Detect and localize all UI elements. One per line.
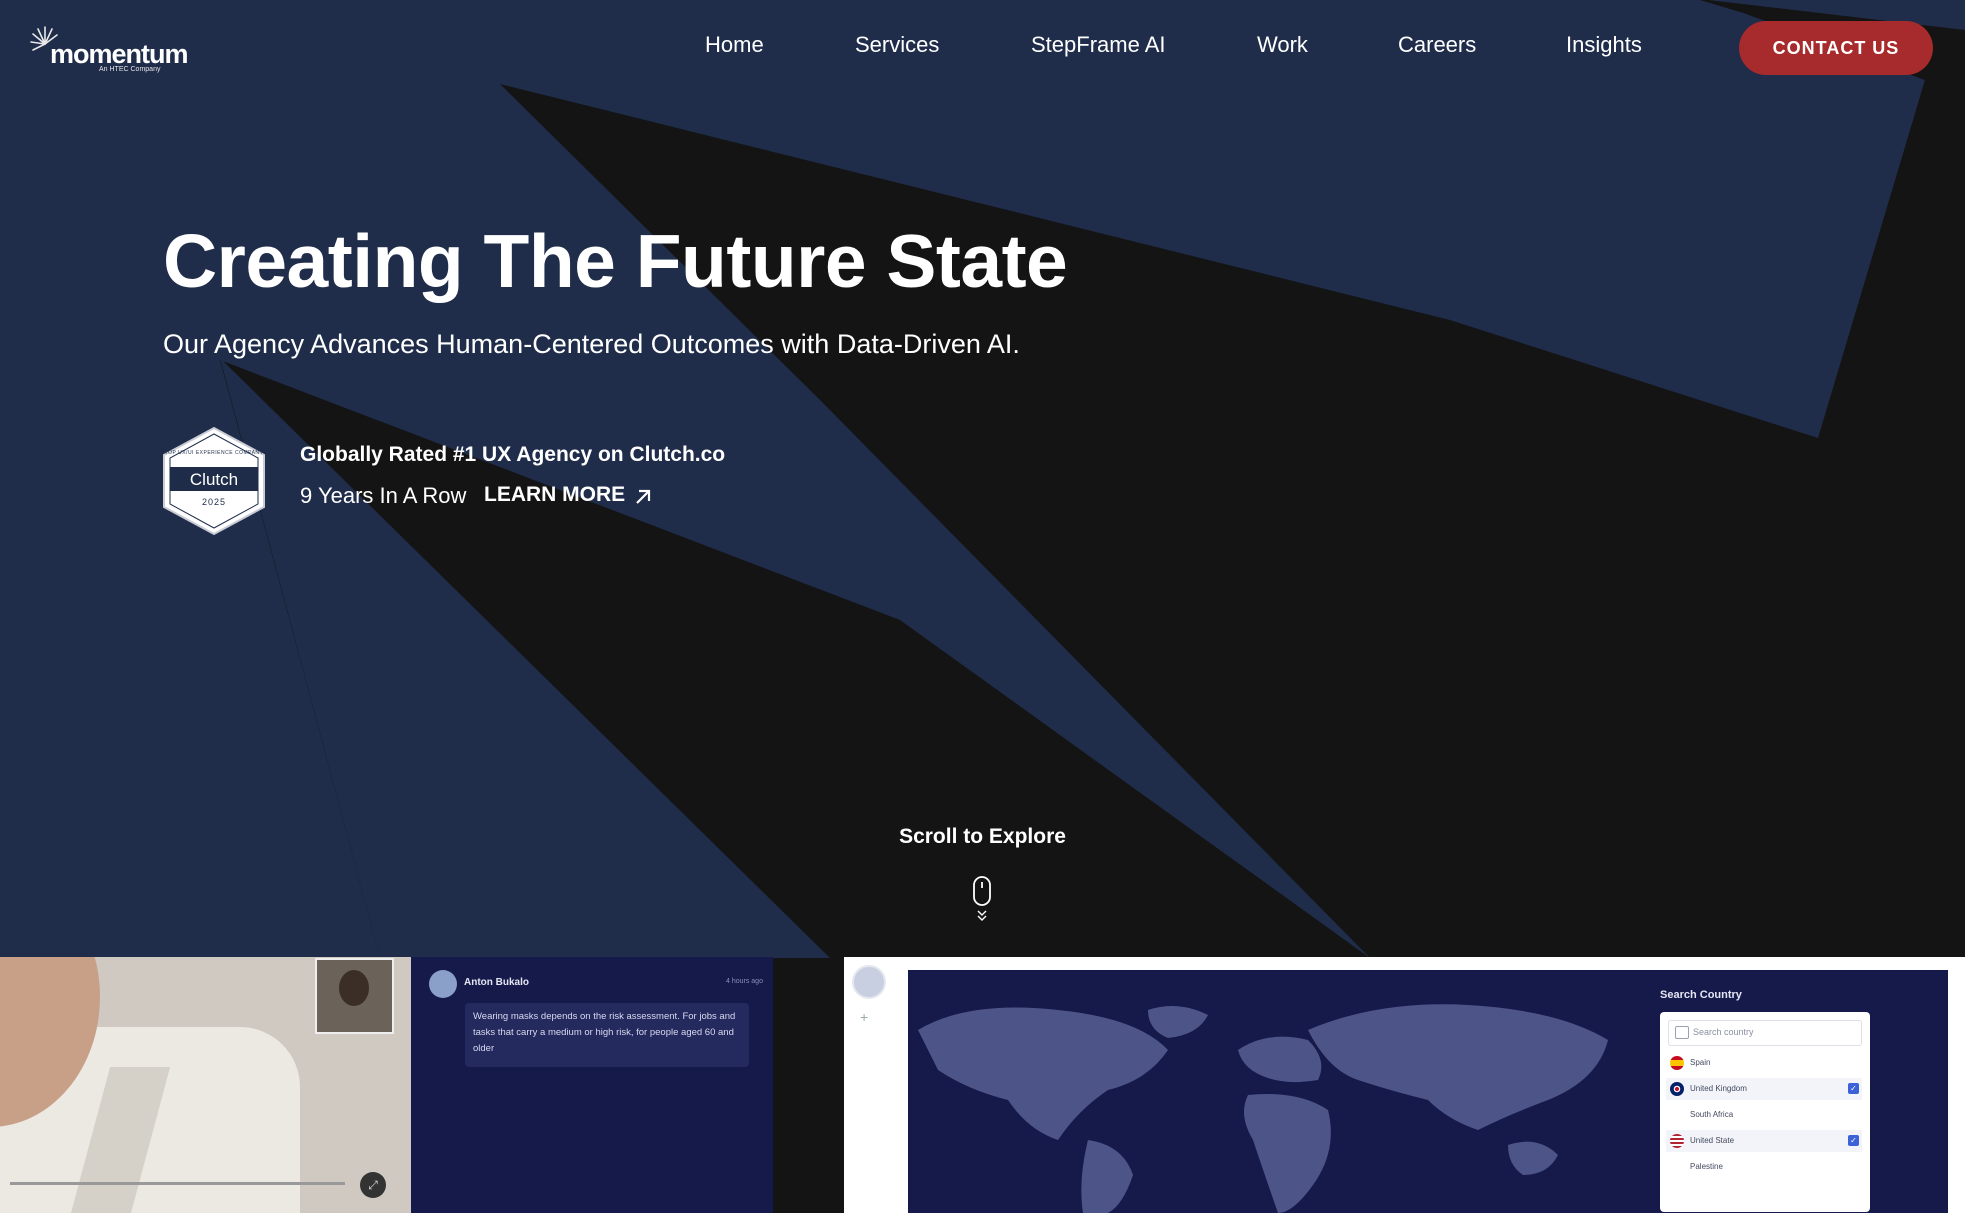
nav-services[interactable]: Services bbox=[855, 32, 939, 58]
hero-title: Creating The Future State bbox=[163, 219, 1068, 303]
hero-subtitle: Our Agency Advances Human-Centered Outco… bbox=[163, 329, 1020, 359]
badge-top-text: TOP UX/UI EXPERIENCE COMPANY bbox=[164, 450, 264, 456]
arrow-up-right-icon[interactable] bbox=[634, 488, 652, 506]
pip-person bbox=[339, 970, 369, 1006]
rating-detail: 9 Years In A Row bbox=[300, 483, 467, 508]
chat-sender: Anton Bukalo bbox=[464, 977, 529, 988]
rating-title: Globally Rated #1 UX Agency on Clutch.co bbox=[300, 443, 726, 466]
chat-time: 4 hours ago bbox=[726, 978, 763, 985]
contact-us-button[interactable]: CONTACT US bbox=[1739, 21, 1933, 75]
chat-message-bubble: Wearing masks depends on the risk assess… bbox=[465, 1003, 749, 1067]
chat-avatar bbox=[429, 970, 457, 998]
badge-name: Clutch bbox=[189, 470, 239, 489]
nav-careers[interactable]: Careers bbox=[1398, 32, 1476, 58]
site-header: momentum An HTEC Company Home Services S… bbox=[0, 0, 1965, 96]
logo-tagline: An HTEC Company bbox=[99, 66, 161, 73]
nav-home[interactable]: Home bbox=[705, 32, 764, 58]
chat-message-text: Wearing masks depends on the risk assess… bbox=[473, 1011, 736, 1054]
nav-insights[interactable]: Insights bbox=[1566, 32, 1642, 58]
chevron-down-icon bbox=[977, 910, 987, 916]
video-call-frame: ⤢ bbox=[0, 957, 411, 1213]
clutch-badge: TOP UX/UI EXPERIENCE COMPANY Clutch 2025 bbox=[161, 426, 267, 536]
picture-in-picture bbox=[315, 958, 394, 1034]
badge-year: 2025 bbox=[201, 497, 227, 507]
chat-panel: Anton Bukalo 4 hours ago Wearing masks d… bbox=[411, 957, 773, 1213]
main-nav: Home Services StepFrame AI Work Careers … bbox=[0, 32, 1965, 62]
expand-icon[interactable]: ⤢ bbox=[360, 1172, 386, 1198]
video-chat-preview[interactable]: ⤢ Anton Bukalo 4 hours ago Wearing masks… bbox=[0, 957, 773, 1213]
nav-stepframe-ai[interactable]: StepFrame AI bbox=[1031, 32, 1166, 58]
nav-work[interactable]: Work bbox=[1257, 32, 1308, 58]
video-progress-bar[interactable] bbox=[10, 1182, 345, 1185]
learn-more-link[interactable]: LEARN MORE bbox=[484, 483, 625, 507]
mouse-scroll-icon[interactable] bbox=[972, 875, 992, 925]
scroll-to-explore-label: Scroll to Explore bbox=[899, 825, 1066, 848]
